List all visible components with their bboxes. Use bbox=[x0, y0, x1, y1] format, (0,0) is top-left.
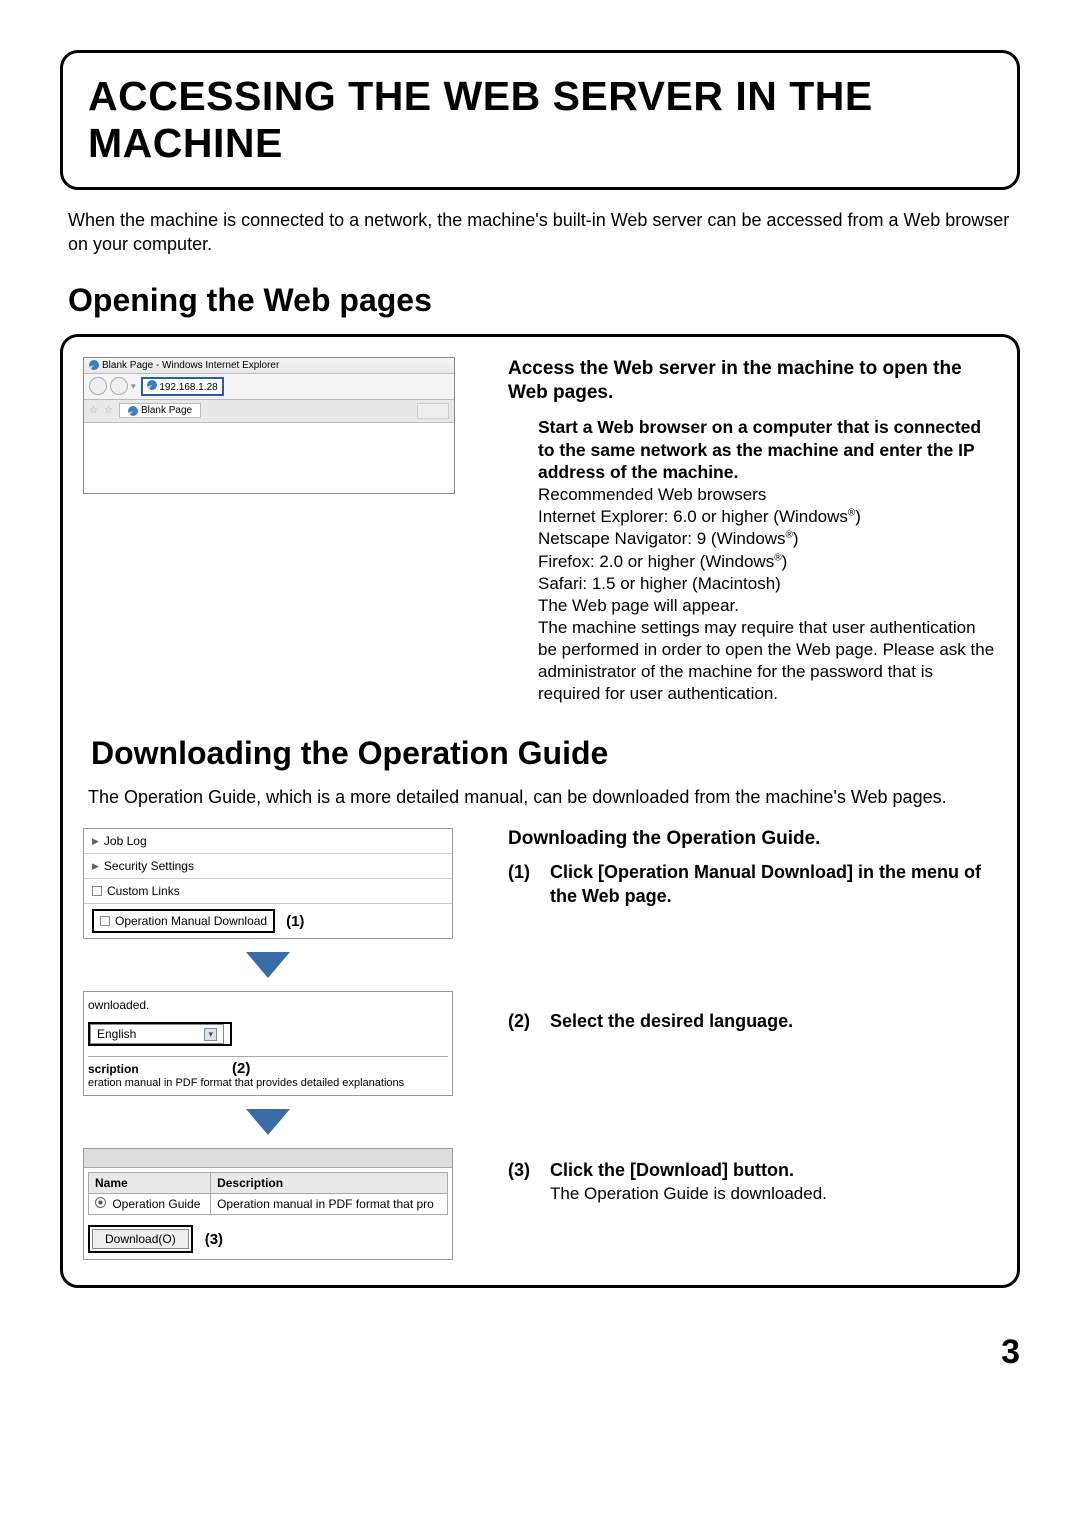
browser-mockup: Blank Page - Windows Internet Explorer ▾… bbox=[83, 357, 455, 494]
cell-description: Operation manual in PDF format that pro bbox=[211, 1194, 448, 1215]
browser-netscape: Netscape Navigator: 9 (Windows®) bbox=[538, 528, 997, 550]
start-instruction: Start a Web browser on a computer that i… bbox=[538, 416, 997, 484]
arrow-down-icon bbox=[246, 1109, 290, 1135]
url-field[interactable]: 192.168.1.28 bbox=[141, 377, 224, 396]
ie-icon bbox=[128, 406, 138, 416]
browser-firefox: Firefox: 2.0 or higher (Windows®) bbox=[538, 551, 997, 573]
cell-name[interactable]: Operation Guide bbox=[89, 1194, 211, 1215]
description-fragment: eration manual in PDF format that provid… bbox=[88, 1077, 448, 1089]
chevron-down-icon: ▾ bbox=[204, 1028, 217, 1041]
step-2: (2) Select the desired language. bbox=[508, 1009, 997, 1033]
menu-custom-links[interactable]: Custom Links bbox=[84, 879, 452, 904]
star-icon: ☆ bbox=[89, 405, 98, 416]
browser-body bbox=[84, 423, 454, 493]
ownloaded-text: ownloaded. bbox=[88, 998, 448, 1012]
arrow-down-icon bbox=[246, 952, 290, 978]
page-number: 3 bbox=[0, 1333, 1020, 1372]
appear-text: The Web page will appear. bbox=[538, 595, 997, 617]
browser-tab[interactable]: Blank Page bbox=[119, 403, 201, 418]
chevron-right-icon: ▶ bbox=[92, 836, 99, 847]
download-button[interactable]: Download(O) bbox=[92, 1229, 189, 1249]
square-icon bbox=[100, 916, 110, 926]
square-icon bbox=[92, 886, 102, 896]
language-panel: ownloaded. English ▾ scription (2) bbox=[83, 991, 453, 1096]
access-heading: Access the Web server in the machine to … bbox=[508, 357, 997, 406]
menu-security[interactable]: ▶ Security Settings bbox=[84, 854, 452, 879]
scription-label: scription bbox=[88, 1062, 139, 1076]
toolbar-blank bbox=[417, 403, 449, 419]
forward-button[interactable] bbox=[110, 377, 128, 395]
content-box: Blank Page - Windows Internet Explorer ▾… bbox=[60, 334, 1020, 1289]
table-row: Operation Guide Operation manual in PDF … bbox=[89, 1194, 448, 1215]
language-dropdown[interactable]: English ▾ bbox=[90, 1024, 224, 1044]
callout-1: (1) bbox=[286, 913, 304, 930]
address-bar: ▾ 192.168.1.28 bbox=[84, 374, 454, 400]
radio-icon[interactable] bbox=[95, 1197, 106, 1208]
tab-bar: ☆ ☆ Blank Page bbox=[84, 400, 454, 423]
section2-intro: The Operation Guide, which is a more det… bbox=[88, 787, 992, 808]
browser-ie: Internet Explorer: 6.0 or higher (Window… bbox=[538, 506, 997, 528]
step-3: (3) Click the [Download] button. bbox=[508, 1158, 997, 1182]
language-select-highlight: English ▾ bbox=[88, 1022, 232, 1046]
intro-text: When the machine is connected to a netwo… bbox=[68, 208, 1012, 257]
browser-window-title: Blank Page - Windows Internet Explorer bbox=[102, 360, 279, 371]
menu-download-row: Operation Manual Download (1) bbox=[84, 904, 452, 938]
auth-text: The machine settings may require that us… bbox=[538, 617, 997, 705]
step-3-note: The Operation Guide is downloaded. bbox=[550, 1184, 997, 1204]
download-table: Name Description Operation Guide Operati… bbox=[88, 1172, 448, 1215]
ie-icon bbox=[89, 360, 99, 370]
star-add-icon: ☆ bbox=[104, 405, 113, 416]
step-1: (1) Click [Operation Manual Download] in… bbox=[508, 860, 997, 909]
panel-header-blank bbox=[84, 1149, 452, 1168]
menu-panel: ▶ Job Log ▶ Security Settings Custom Lin… bbox=[83, 828, 453, 939]
download-panel: Name Description Operation Guide Operati… bbox=[83, 1148, 453, 1260]
section2-heading: Downloading the Operation Guide bbox=[91, 735, 989, 772]
callout-2: (2) bbox=[232, 1060, 250, 1077]
col-description: Description bbox=[211, 1173, 448, 1194]
page-title: ACCESSING THE WEB SERVER IN THE MACHINE bbox=[88, 73, 992, 167]
recommended-label: Recommended Web browsers bbox=[538, 484, 997, 506]
browser-safari: Safari: 1.5 or higher (Macintosh) bbox=[538, 573, 997, 595]
col-name: Name bbox=[89, 1173, 211, 1194]
guide-heading: Downloading the Operation Guide. bbox=[508, 828, 997, 850]
menu-operation-manual-download[interactable]: Operation Manual Download bbox=[92, 909, 275, 933]
title-box: ACCESSING THE WEB SERVER IN THE MACHINE bbox=[60, 50, 1020, 190]
callout-3: (3) bbox=[205, 1231, 223, 1248]
back-button[interactable] bbox=[89, 377, 107, 395]
chevron-right-icon: ▶ bbox=[92, 861, 99, 872]
menu-job-log[interactable]: ▶ Job Log bbox=[84, 829, 452, 854]
section1-heading: Opening the Web pages bbox=[68, 282, 1012, 319]
browser-title-bar: Blank Page - Windows Internet Explorer bbox=[84, 358, 454, 374]
ie-icon bbox=[147, 380, 157, 390]
table-header-row: Name Description bbox=[89, 1173, 448, 1194]
download-button-highlight: Download(O) bbox=[88, 1225, 193, 1253]
